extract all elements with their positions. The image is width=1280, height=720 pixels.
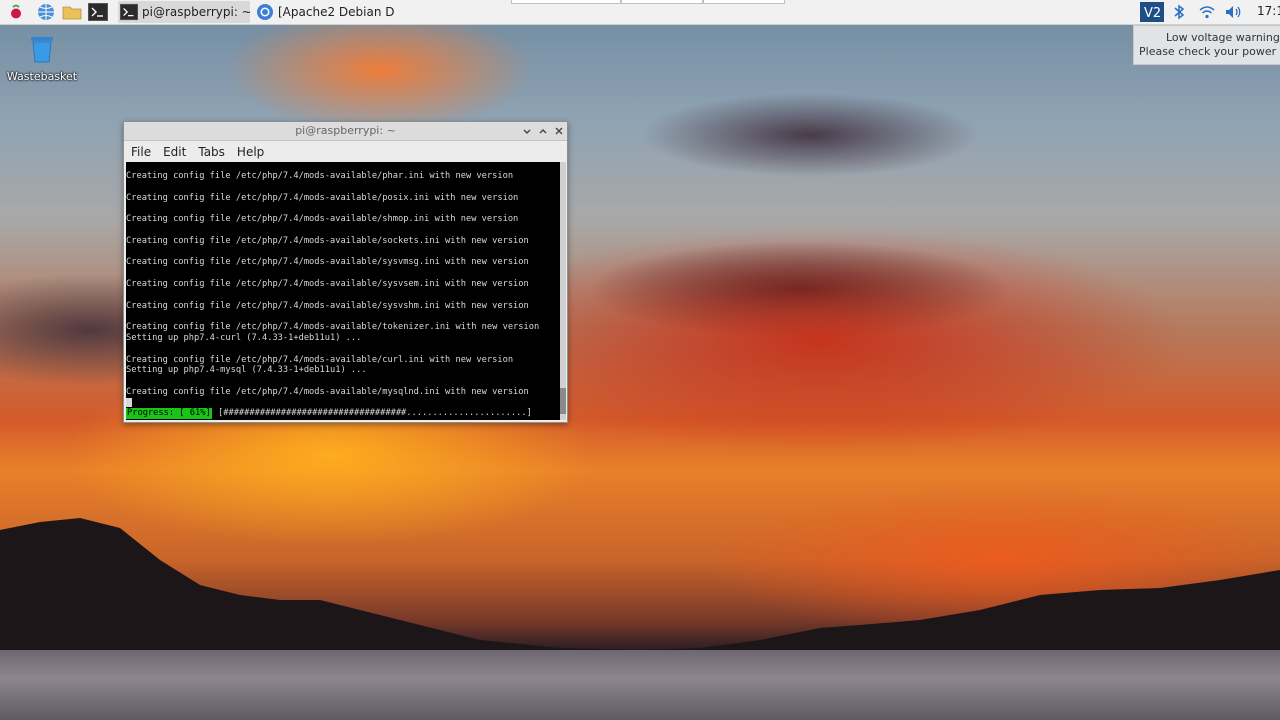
chromium-icon (257, 4, 273, 20)
scrollbar-thumb[interactable] (560, 388, 566, 414)
progress-bar: [###################################....… (218, 408, 532, 418)
menu-tabs[interactable]: Tabs (197, 144, 226, 160)
raspberry-menu-icon[interactable] (6, 2, 26, 22)
window-titlebar[interactable]: pi@raspberrypi: ~ (124, 122, 567, 141)
terminal-window[interactable]: pi@raspberrypi: ~ File Edit Tabs Help Cr… (123, 121, 568, 423)
wifi-icon[interactable] (1197, 2, 1217, 22)
notification-body: Please check your power supp (1139, 45, 1280, 58)
terminal-line: Creating config file /etc/php/7.4/mods-a… (126, 354, 514, 365)
task-label: [Apache2 Debian Def... (278, 5, 394, 19)
task-terminal[interactable]: pi@raspberrypi: ~ (118, 1, 250, 23)
task-label: pi@raspberrypi: ~ (142, 5, 250, 19)
menu-edit[interactable]: Edit (162, 144, 187, 160)
terminal-line: Creating config file /etc/php/7.4/mods-a… (126, 235, 529, 246)
desktop-icon-label: Wastebasket (6, 70, 78, 83)
wastebasket-icon (31, 37, 53, 63)
panel-field[interactable] (621, 0, 703, 4)
notification-title: Low voltage warning (1166, 31, 1280, 44)
menu-help[interactable]: Help (236, 144, 265, 160)
terminal-line: Creating config file /etc/php/7.4/mods-a… (126, 386, 529, 397)
bluetooth-icon[interactable] (1169, 2, 1189, 22)
terminal-scrollbar[interactable] (560, 162, 566, 420)
volume-icon[interactable] (1224, 2, 1244, 22)
task-browser[interactable]: [Apache2 Debian Def... (254, 1, 394, 23)
terminal-menubar: File Edit Tabs Help (124, 141, 567, 163)
terminal-line: Creating config file /etc/php/7.4/mods-a… (126, 300, 529, 311)
menu-file[interactable]: File (130, 144, 152, 160)
progress-label: Progress: [ 61%] (126, 408, 212, 419)
terminal-line: Creating config file /etc/php/7.4/mods-a… (126, 257, 529, 268)
file-manager-icon[interactable] (62, 2, 82, 22)
terminal-output[interactable]: Creating config file /etc/php/7.4/mods-a… (126, 162, 560, 420)
close-icon[interactable] (552, 124, 566, 138)
terminal-line: Creating config file /etc/php/7.4/mods-a… (126, 192, 519, 203)
vnc-icon[interactable]: V2 (1140, 2, 1164, 22)
low-voltage-notification[interactable]: Low voltage warning Please check your po… (1133, 25, 1280, 65)
terminal-line: Creating config file /etc/php/7.4/mods-a… (126, 171, 514, 181)
terminal-line: Creating config file /etc/php/7.4/mods-a… (126, 278, 529, 289)
clock[interactable]: 17:1 (1257, 4, 1280, 18)
terminal-line: Creating config file /etc/php/7.4/mods-a… (126, 214, 519, 225)
terminal-icon (120, 3, 138, 21)
terminal-cursor (126, 398, 132, 407)
window-title: pi@raspberrypi: ~ (295, 124, 396, 137)
terminal-icon[interactable] (88, 2, 108, 22)
terminal-line: Setting up php7.4-mysql (7.4.33-1+deb11u… (126, 365, 367, 376)
terminal-line: Setting up php7.4-curl (7.4.33-1+deb11u1… (126, 332, 362, 343)
terminal-line: Creating config file /etc/php/7.4/mods-a… (126, 322, 540, 333)
top-panel: pi@raspberrypi: ~ [Apache2 Debian Def...… (0, 0, 1280, 25)
terminal-lines: Creating config file /etc/php/7.4/mods-a… (126, 171, 558, 398)
svg-text:V2: V2 (1144, 6, 1161, 21)
minimize-icon[interactable] (520, 124, 534, 138)
wallpaper-mountains (0, 518, 1280, 660)
web-browser-icon[interactable] (36, 2, 56, 22)
apt-progress-row: Progress: [ 61%] [######################… (126, 408, 558, 419)
wallpaper-water (0, 650, 1280, 720)
panel-field[interactable] (703, 0, 785, 4)
desktop-icon-wastebasket[interactable]: Wastebasket (6, 34, 78, 83)
panel-field[interactable] (511, 0, 621, 4)
maximize-icon[interactable] (536, 124, 550, 138)
